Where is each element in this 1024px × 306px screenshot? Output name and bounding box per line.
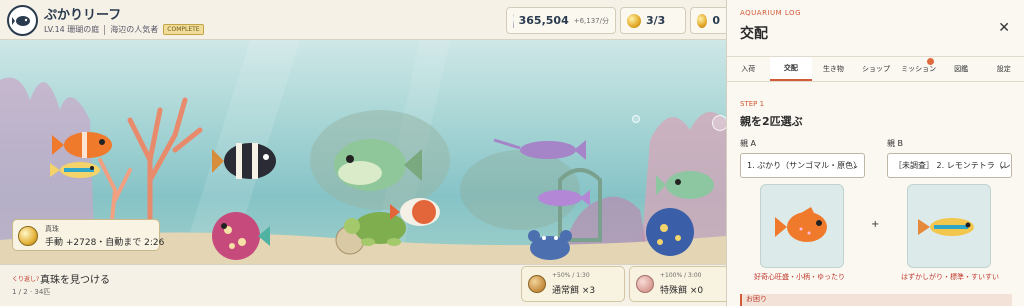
- food-name: 特殊餌 ×0: [660, 286, 704, 296]
- parent-a-select[interactable]: 1. ぷかり（サンゴマル・原色） ⌄: [740, 153, 865, 178]
- app-title: ぷかりリーフ: [44, 8, 122, 23]
- tab-shop[interactable]: ショップ: [855, 57, 898, 81]
- plus-sign: +: [871, 219, 880, 230]
- bubble: [712, 115, 726, 131]
- goal-title: 真珠を見つける: [40, 275, 110, 286]
- gold-coin-icon: [627, 13, 641, 28]
- chevron-down-icon: ⌄: [999, 161, 1006, 170]
- step-title: 親を2匹選ぶ: [740, 115, 803, 128]
- repeat-link[interactable]: くり返し?: [12, 274, 39, 283]
- gold-counter[interactable]: 3/3: [620, 7, 686, 34]
- parent-b-fish-card[interactable]: [907, 184, 991, 268]
- parent-b-label: 親 B: [887, 139, 904, 148]
- tab-arrivals[interactable]: 入荷: [727, 57, 770, 81]
- bottom-bar: くり返し? 真珠を見つける 1 / 2 · 34匹 +50% / 1:30 通常…: [0, 264, 726, 306]
- parent-b-traits: はずかしがり・標準・すいすい: [901, 273, 999, 281]
- goal-progress: 1 / 2 · 34匹: [12, 288, 51, 296]
- step-label: STEP 1: [740, 100, 765, 108]
- tab-breeding[interactable]: 交配: [769, 57, 813, 81]
- food-meta: +50% / 1:30: [552, 272, 590, 279]
- close-icon[interactable]: ✕: [998, 20, 1010, 36]
- bubble: [632, 115, 640, 123]
- rank-text: 海辺の人気者: [110, 25, 159, 34]
- coin-counter[interactable]: 365,504 +6,137/分: [506, 7, 616, 34]
- pearl-timer-text: 手動 +2728・自動まで 2:26: [45, 238, 165, 248]
- food-name: 通常餌 ×3: [552, 286, 596, 296]
- parent-a-label: 親 A: [740, 139, 757, 148]
- coin-value: 365,504: [518, 14, 569, 27]
- chevron-down-icon: ⌄: [852, 161, 859, 170]
- coin-rate: +6,137/分: [573, 16, 609, 25]
- tab-encyclopedia[interactable]: 図鑑: [940, 57, 983, 81]
- food-meta: +100% / 3:00: [660, 272, 702, 279]
- gem-value: 0: [712, 14, 720, 27]
- divider: [104, 24, 106, 35]
- parent-a-fish-card[interactable]: [760, 184, 844, 268]
- hint-banner: お困り: [740, 294, 1012, 306]
- tab-missions[interactable]: ミッション: [897, 57, 940, 81]
- parent-a-traits: 好奇心旺盛・小柄・ゆったり: [754, 273, 845, 281]
- app-logo-icon: [7, 5, 38, 36]
- gem-counter[interactable]: 0: [690, 7, 726, 34]
- pearl-label: 真珠: [45, 225, 59, 233]
- level-line: LV.14 珊瑚の庭 海辺の人気者 COMPLETE: [44, 24, 204, 35]
- parent-a-value: 1. ぷかり（サンゴマル・原色）: [747, 161, 862, 170]
- clownfish-icon: [775, 207, 827, 242]
- food-pellet-icon: [528, 275, 546, 293]
- special-food-icon: [636, 275, 654, 293]
- normal-food-button[interactable]: +50% / 1:30 通常餌 ×3: [521, 266, 625, 302]
- gem-icon: [697, 13, 708, 28]
- notification-dot-icon: [926, 58, 934, 65]
- gold-value: 3/3: [646, 14, 666, 27]
- complete-badge: COMPLETE: [163, 24, 204, 35]
- parent-b-value: ［未調査］ 2. レモンテトラ（レモ: [894, 161, 1012, 170]
- level-text: LV.14 珊瑚の庭: [44, 25, 100, 34]
- special-food-button[interactable]: +100% / 3:00 特殊餌 ×0: [629, 266, 726, 302]
- aquarium-log-panel: AQUARIUM LOG 交配 ✕ 入荷 交配 生き物 ショップ ミッション 図…: [726, 0, 1024, 306]
- top-header: ぷかりリーフ LV.14 珊瑚の庭 海辺の人気者 COMPLETE 365,50…: [0, 0, 726, 40]
- tab-missions-label: ミッション: [901, 65, 937, 73]
- pearl-icon: [18, 226, 38, 246]
- panel-eyebrow: AQUARIUM LOG: [740, 9, 801, 17]
- parent-b-select[interactable]: ［未調査］ 2. レモンテトラ（レモ ⌄: [887, 153, 1012, 178]
- tab-creatures[interactable]: 生き物: [812, 57, 855, 81]
- tab-settings[interactable]: 設定: [982, 57, 1024, 81]
- panel-title: 交配: [740, 26, 768, 42]
- pearl-status-card[interactable]: 真珠 手動 +2728・自動まで 2:26: [12, 219, 164, 251]
- lemon-tetra-icon: [918, 218, 974, 236]
- silver-coin-icon: [513, 13, 514, 28]
- panel-tabs: 入荷 交配 生き物 ショップ ミッション 図鑑 設定: [727, 56, 1024, 82]
